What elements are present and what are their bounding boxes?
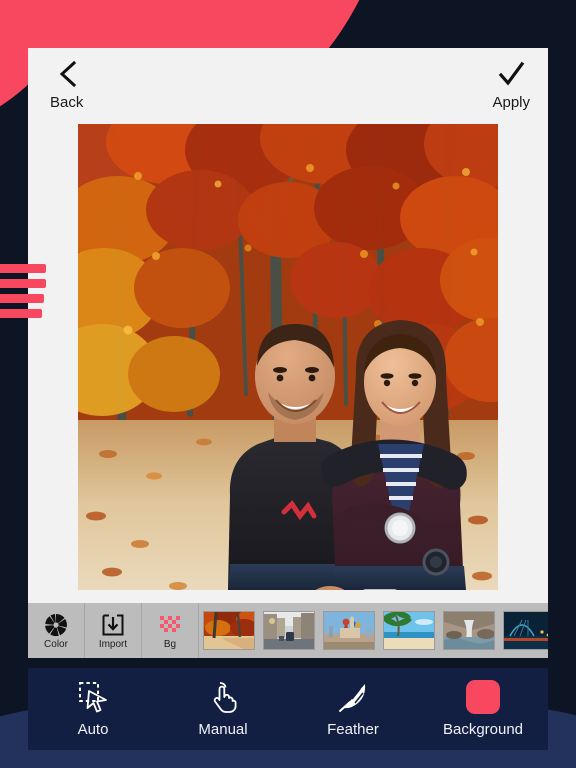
tool-color-label: Color bbox=[44, 638, 68, 650]
back-button[interactable]: Back bbox=[50, 58, 83, 111]
photo-canvas[interactable] bbox=[78, 124, 498, 590]
bottom-toolbar: Auto Manual Feather Background bbox=[28, 668, 548, 750]
bottom-item-auto-label: Auto bbox=[77, 721, 109, 738]
couple-photo bbox=[78, 124, 498, 590]
header-pink-blob bbox=[0, 0, 390, 48]
color-swatch-icon bbox=[466, 680, 500, 714]
palm-beach-thumb bbox=[384, 612, 434, 649]
editor-topbar: Back Apply bbox=[28, 42, 548, 124]
color-wheel-icon bbox=[45, 613, 67, 636]
bottom-item-manual[interactable]: Manual bbox=[158, 668, 288, 750]
cathedral-thumb bbox=[324, 612, 374, 649]
decor-bar-2 bbox=[0, 279, 46, 288]
marquee-cursor-icon bbox=[79, 682, 107, 713]
bg-thumb-night-bridge[interactable] bbox=[504, 612, 548, 649]
decor-bar-1 bbox=[0, 264, 46, 273]
tool-bg[interactable]: Bg bbox=[142, 603, 199, 658]
night-bridge-thumb bbox=[504, 612, 548, 649]
promo-header bbox=[0, 0, 576, 48]
bottom-item-feather-label: Feather bbox=[327, 721, 379, 738]
feather-icon bbox=[339, 684, 366, 712]
autumn-forest-thumb bbox=[204, 612, 254, 649]
bg-thumb-palm-beach[interactable] bbox=[384, 612, 434, 649]
app-screen: Change Background according to you Back … bbox=[0, 0, 576, 768]
back-button-label: Back bbox=[50, 94, 84, 111]
bottom-item-background[interactable]: Background bbox=[418, 668, 548, 750]
app-card: Back Apply bbox=[28, 42, 548, 658]
hand-tap-icon bbox=[213, 682, 237, 713]
tool-import-label: Import bbox=[98, 638, 128, 650]
waterfall-thumb bbox=[444, 612, 494, 649]
decor-bar-4 bbox=[0, 309, 42, 318]
bottom-item-auto[interactable]: Auto bbox=[28, 668, 158, 750]
download-icon bbox=[102, 614, 124, 635]
check-icon bbox=[498, 61, 525, 86]
apply-button[interactable]: Apply bbox=[492, 58, 530, 111]
background-thumbnail-strip[interactable]: Color Import Bg bbox=[28, 603, 548, 658]
bottom-item-background-label: Background bbox=[442, 721, 524, 738]
chevron-left-icon bbox=[59, 60, 76, 88]
decorative-pink-bars bbox=[0, 264, 48, 324]
bg-thumb-city-street[interactable] bbox=[264, 612, 314, 649]
decor-bar-3 bbox=[0, 294, 44, 303]
tool-import[interactable]: Import bbox=[85, 603, 142, 658]
tool-color[interactable]: Color bbox=[28, 603, 85, 658]
bg-thumb-cathedral[interactable] bbox=[324, 612, 374, 649]
bg-thumb-waterfall[interactable] bbox=[444, 612, 494, 649]
checkerboard-icon bbox=[160, 615, 180, 632]
bottom-item-manual-label: Manual bbox=[198, 721, 248, 738]
bottom-item-feather[interactable]: Feather bbox=[288, 668, 418, 750]
apply-button-label: Apply bbox=[492, 94, 530, 111]
city-street-thumb bbox=[264, 612, 314, 649]
tool-bg-label: Bg bbox=[163, 638, 177, 650]
bg-thumb-autumn-forest[interactable] bbox=[204, 612, 254, 649]
